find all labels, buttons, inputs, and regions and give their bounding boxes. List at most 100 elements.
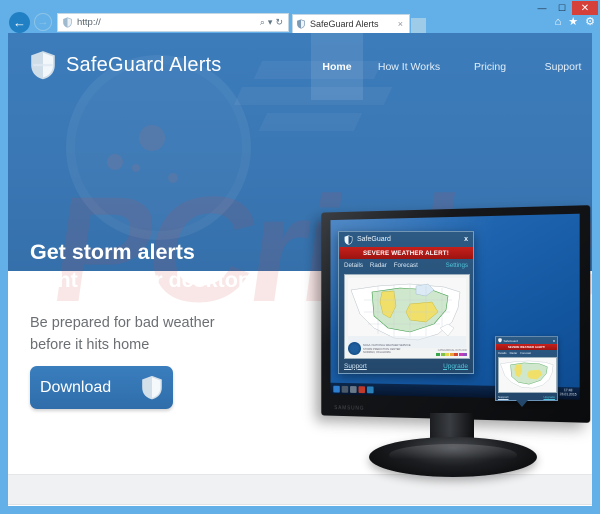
app-title: SafeGuard [357,236,391,243]
radar-blob [139,125,165,151]
shield-icon [344,234,353,245]
nav-item-pricing[interactable]: Pricing [455,33,525,100]
legend-swatch [463,353,467,356]
taskbar-icon[interactable] [350,385,357,393]
nav-item-label: Home [322,60,352,73]
support-link[interactable]: Support [344,363,367,370]
popup-us-map-graphic [499,358,556,392]
legend-swatch [458,353,463,356]
popup-weather-map [498,357,557,393]
favorites-icon[interactable]: ★ [568,17,578,28]
tab-details[interactable]: Details [344,262,363,269]
nav-item-support[interactable]: Support [525,33,592,100]
safeguard-popup-window: SafeGuard x SEVERE WEATHER ALERT! Detail… [495,336,558,407]
app-title-bar: SafeGuard x [339,232,473,247]
back-button[interactable]: ← [9,12,30,33]
browser-window: — ☐ ✕ ← → http:// ⌕ ▾ ↻ SafeGuard Alerts… [0,0,600,514]
popup-tab-forecast[interactable]: Forecast [520,351,531,355]
popup-footer: Support Upgrade [496,393,557,400]
site-header: SafeGuard Alerts Home How It Works Prici… [8,33,592,100]
tab-settings[interactable]: Settings [446,262,468,269]
shield-icon [498,338,502,343]
forward-button[interactable]: → [34,13,52,31]
monitor-brand-label: SAMSUNG [334,405,365,412]
dropdown-caret-icon[interactable]: ▾ [268,17,273,28]
headline-line-2: right on your desktop [30,268,251,293]
taskbar-icon[interactable] [341,385,349,393]
tab-radar[interactable]: Radar [370,262,387,269]
legend-swatch [454,353,458,356]
clock-date: 26.01.2015 [559,392,577,397]
home-icon[interactable]: ⌂ [555,17,562,28]
us-map-graphic [348,278,466,348]
popup-close-icon[interactable]: x [553,339,555,343]
monitor-base-highlight [389,444,517,466]
address-input[interactable]: http:// [77,17,260,28]
nav-item-how-it-works[interactable]: How It Works [363,33,455,100]
close-button[interactable]: ✕ [572,1,598,15]
address-bar-icons: ⌕ ▾ ↻ [260,17,286,28]
browser-tab[interactable]: SafeGuard Alerts × [292,14,410,33]
tab-shield-icon [297,19,305,29]
browser-left-edge [0,33,8,514]
popup-tab-details[interactable]: Details [498,351,507,355]
popup-title: SafeGuard [503,338,519,343]
agency-line-3: NORMAN, OKLAHOMA [363,350,391,354]
maximize-button[interactable]: ☐ [552,1,572,15]
nav-item-home[interactable]: Home [311,33,363,100]
site-logo[interactable]: SafeGuard Alerts [30,50,222,80]
legend-label: CATEGORICAL OUTLOOK [437,349,467,352]
new-tab-button[interactable] [411,18,426,33]
app-footer: Support Upgrade [339,359,473,373]
weather-map: NOAA / NATIONAL WEATHER SERVICE STORM PR… [344,274,470,359]
window-controls: — ☐ ✕ [532,1,598,15]
browser-bottom-edge [0,506,600,514]
legend-swatch [445,353,449,356]
alert-banner-text: SEVERE WEATHER ALERT! [362,249,449,257]
severe-weather-banner: SEVERE WEATHER ALERT! [339,247,473,259]
legend-swatch [449,353,454,356]
taskbar-start-icon[interactable] [333,385,340,393]
shield-icon [142,375,162,400]
map-agency-caption: NOAA / NATIONAL WEATHER SERVICE STORM PR… [363,344,411,354]
map-legend [436,353,467,356]
tab-title: SafeGuard Alerts [310,19,379,29]
popup-title-bar: SafeGuard x [496,337,557,344]
shield-icon [31,51,55,80]
radar-blob [168,173,178,183]
radar-blob [107,154,123,170]
browser-toolbar-icons: ⌂ ★ ⚙ [555,17,595,28]
taskbar-icon[interactable] [366,385,374,393]
legend-swatch [440,353,445,356]
nav-item-label: How It Works [377,60,441,73]
tab-strip: SafeGuard Alerts × [292,13,426,33]
legend-swatch [436,353,440,356]
popup-upgrade-link[interactable]: Upgrade [543,395,555,399]
download-button-label: Download [40,378,112,396]
tab-forecast[interactable]: Forecast [394,262,418,269]
taskbar-icon[interactable] [358,385,366,393]
chevron-decoration [258,113,363,131]
search-icon[interactable]: ⌕ [260,17,265,28]
taskbar-clock: 17:48 26.01.2015 [559,388,577,397]
popup-tabs: Details Radar Forecast [496,350,557,356]
minimize-button[interactable]: — [532,1,552,15]
nav-item-label: Pricing [473,60,507,73]
site-logo-text: SafeGuard Alerts [66,53,222,76]
popup-tab-radar[interactable]: Radar [510,351,518,355]
tab-close-icon[interactable]: × [395,19,406,29]
content-divider-band [8,474,592,505]
subhead-line-2: before it hits home [30,337,150,354]
app-close-icon[interactable]: x [464,236,468,243]
download-button[interactable]: Download [30,366,173,409]
settings-icon[interactable]: ⚙ [585,17,595,28]
refresh-icon[interactable]: ↻ [275,17,283,28]
address-bar[interactable]: http:// ⌕ ▾ ↻ [57,13,289,32]
app-tabs: Details Radar Forecast Settings [339,259,473,272]
browser-right-edge [592,33,600,514]
noaa-logo [348,342,361,355]
hero-subheadline: Be prepared for bad weather before it hi… [30,312,215,357]
popup-pointer-tail [516,400,528,407]
upgrade-link[interactable]: Upgrade [443,363,468,370]
popup-support-link[interactable]: Support [498,395,509,399]
